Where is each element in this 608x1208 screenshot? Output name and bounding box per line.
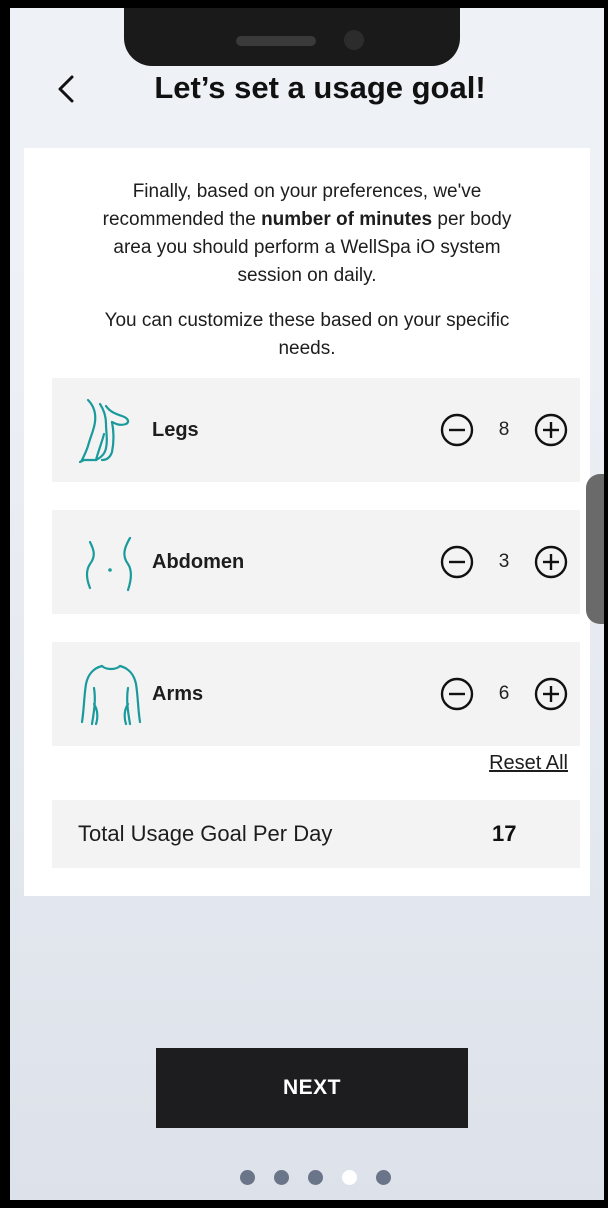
abdomen-minutes-value: 3 [498, 551, 510, 572]
legs-minutes-value: 8 [498, 419, 510, 440]
abdomen-icon [85, 536, 133, 592]
decrease-legs-button[interactable] [439, 412, 475, 448]
total-usage-value: 17 [492, 821, 517, 846]
customize-text: You can customize these based on your sp… [104, 310, 510, 359]
back-button[interactable] [46, 64, 86, 114]
page-dot [308, 1170, 323, 1185]
arms-stepper: 6 [439, 676, 569, 712]
next-button[interactable]: NEXT [156, 1048, 468, 1128]
front-camera [344, 30, 364, 50]
area-label: Abdomen [152, 551, 245, 573]
decrease-abdomen-button[interactable] [439, 544, 475, 580]
pagination-dots [240, 1170, 400, 1186]
increase-abdomen-button[interactable] [533, 544, 569, 580]
total-usage-row: Total Usage Goal Per Day 17 [52, 800, 580, 868]
device-notch [124, 8, 460, 66]
reset-all-link[interactable]: Reset All [456, 752, 568, 775]
side-drawer-handle[interactable] [586, 474, 604, 624]
intro-paragraph: Finally, based on your preferences, we'v… [96, 178, 518, 290]
area-row-abdomen: Abdomen 3 [52, 510, 580, 614]
area-row-legs: Legs 8 [52, 378, 580, 482]
legs-stepper: 8 [439, 412, 569, 448]
chevron-left-icon [58, 75, 74, 103]
page-dot [376, 1170, 391, 1185]
arms-icon [80, 664, 142, 726]
page-dot [274, 1170, 289, 1185]
goal-card: Finally, based on your preferences, we'v… [24, 148, 590, 896]
decrease-arms-button[interactable] [439, 676, 475, 712]
page-dot [240, 1170, 255, 1185]
speaker-grille [236, 36, 316, 46]
intro-bold-text: number of minutes [261, 209, 433, 230]
area-label: Arms [152, 683, 204, 705]
increase-legs-button[interactable] [533, 412, 569, 448]
increase-arms-button[interactable] [533, 676, 569, 712]
page-dot-active [342, 1170, 357, 1185]
page-title: Let’s set a usage goal! [154, 70, 486, 105]
intro-text: Finally, based on your preferences, we'v… [96, 178, 518, 363]
total-usage-label: Total Usage Goal Per Day [78, 821, 333, 846]
area-label: Legs [152, 419, 199, 441]
area-row-arms: Arms 6 [52, 642, 580, 746]
app-screen: Let’s set a usage goal! Finally, based o… [10, 8, 604, 1200]
abdomen-stepper: 3 [439, 544, 569, 580]
arms-minutes-value: 6 [498, 683, 510, 704]
legs-icon [78, 398, 130, 464]
